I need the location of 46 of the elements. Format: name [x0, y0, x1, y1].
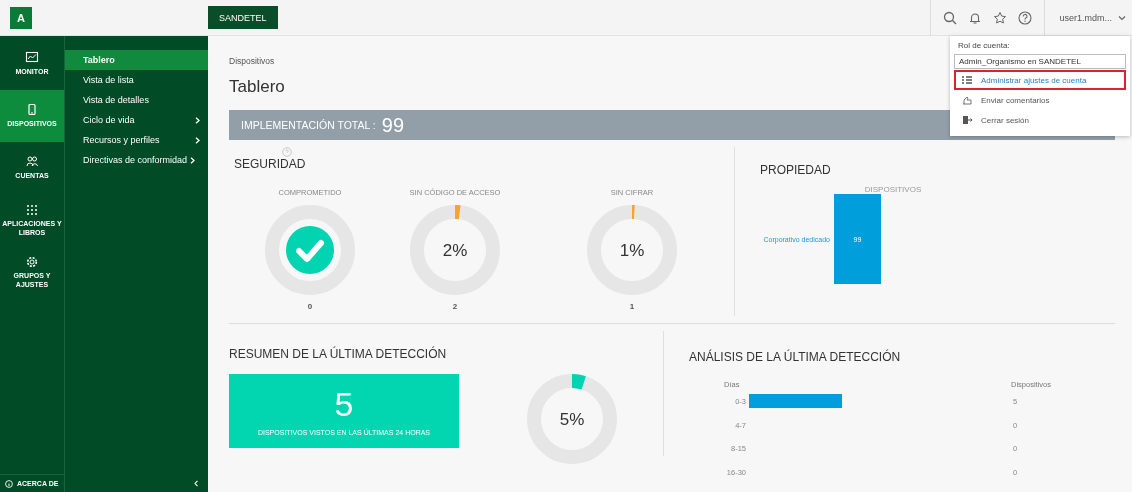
metric-count: 2 [452, 302, 458, 311]
organization-button[interactable]: SANDETEL [208, 6, 278, 29]
user-menu[interactable]: user1.mdm... [1044, 0, 1132, 36]
bell-icon[interactable] [968, 10, 983, 25]
help-icon[interactable] [1018, 10, 1033, 25]
section-title: SEGURIDAD [234, 157, 306, 171]
percent-label: 2% [442, 241, 468, 260]
phone-icon [25, 103, 39, 117]
menu-item[interactable]: Enviar comentarios [954, 90, 1126, 110]
subnav-item[interactable]: Ciclo de vida [65, 110, 208, 130]
metric-count: 0 [307, 302, 313, 311]
monitor-chart-icon [25, 51, 39, 65]
logo[interactable]: A [10, 6, 32, 29]
section-title: RESUMEN DE LA ÚLTIMA DETECCIÓN [229, 347, 447, 361]
subnav-item[interactable]: Tablero [65, 50, 208, 70]
section-title: ANÁLISIS DE LA ÚLTIMA DETECCIÓN [689, 350, 901, 364]
percent-label: 1% [619, 241, 645, 260]
subnav-item[interactable]: Vista de detalles [65, 90, 208, 110]
gear-icon [25, 254, 39, 268]
role-label: Rol de cuenta: [958, 41, 1011, 50]
percent-label: 5% [559, 410, 585, 429]
collapse-chevron-icon[interactable] [194, 480, 198, 487]
subnav-item[interactable]: Recursos y perfiles [65, 130, 208, 150]
list-icon [961, 75, 973, 85]
page-title: Tablero [229, 77, 285, 97]
role-field[interactable]: Admin_Organismo en SANDETEL [954, 54, 1126, 69]
search-icon[interactable] [943, 10, 958, 25]
stat-value: 5 [334, 386, 354, 421]
caret-icon [1118, 14, 1126, 21]
check-circle-icon [286, 226, 334, 274]
breadcrumb[interactable]: Dispositivos [229, 56, 275, 66]
section-title: PROPIEDAD [760, 163, 831, 177]
subnav-item[interactable]: Vista de lista [65, 70, 208, 90]
people-icon [25, 155, 39, 169]
info-icon [5, 479, 13, 488]
metric-count: 1 [629, 302, 635, 311]
total-label: IMPLEMENTACIÓN TOTAL : [241, 119, 376, 131]
subnav-item[interactable]: Directivas de conformidad [65, 150, 208, 170]
menu-item[interactable]: Administrar ajustes de cuenta [954, 70, 1126, 90]
star-icon[interactable] [993, 10, 1008, 25]
column-label: DISPOSITIVOS [864, 185, 922, 194]
grid-icon [25, 202, 39, 216]
menu-item[interactable]: Cerrar sesión [954, 110, 1126, 130]
total-value: 99 [381, 113, 405, 137]
logout-icon [961, 115, 973, 125]
thumbs-up-icon [961, 95, 973, 105]
